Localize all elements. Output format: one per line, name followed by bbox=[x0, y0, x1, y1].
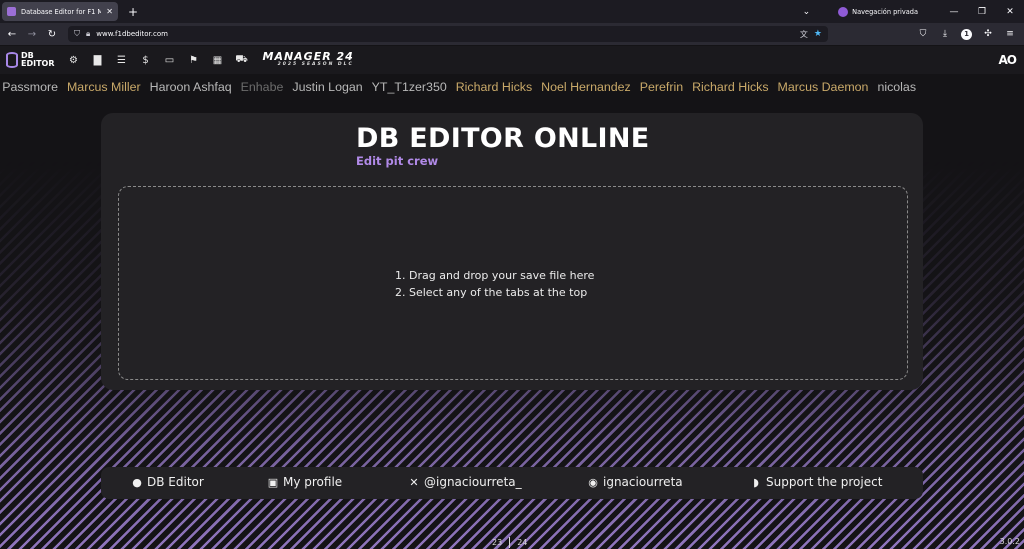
instruction-step-1: 1. Drag and drop your save file here bbox=[395, 269, 595, 282]
year-divider bbox=[509, 537, 511, 548]
linkedin-link-label[interactable]: My profile bbox=[283, 475, 342, 489]
ticker-name: Richard Hicks bbox=[692, 80, 769, 94]
ticker-name: Haroon Ashfaq bbox=[149, 80, 232, 94]
linkedin-link[interactable]: ▣ My profile bbox=[267, 475, 342, 489]
dropzone-instructions: 1. Drag and drop your save file here 2. … bbox=[395, 267, 594, 301]
ticker-name: Justin Logan bbox=[292, 80, 363, 94]
reddit-icon: ◉ bbox=[588, 475, 598, 489]
database-icon bbox=[6, 52, 18, 68]
shield-icon[interactable]: ⛉ bbox=[74, 29, 80, 39]
app-toolbar: ⚙ ▇ ☰ $ ▭ ⚑ ▦ ⛟ bbox=[67, 54, 249, 67]
instruction-step-2: 2. Select any of the tabs at the top bbox=[395, 286, 588, 299]
linkedin-icon: ▣ bbox=[267, 475, 279, 489]
app-header: DB EDITOR ⚙ ▇ ☰ $ ▭ ⚑ ▦ ⛟ MANAGER 24 2025… bbox=[0, 46, 1024, 74]
site-favicon-icon bbox=[7, 7, 16, 16]
year-option-left[interactable]: 23 bbox=[492, 538, 502, 547]
page-title: DB EDITOR ONLINE bbox=[356, 123, 650, 154]
reddit-link-label[interactable]: ignaciourreta bbox=[603, 475, 683, 489]
footer-links: ● DB Editor ▣ My profile ✕ @ignaciourret… bbox=[101, 467, 923, 499]
ticker-name: Enhabe bbox=[240, 80, 284, 94]
ticker-name: YT_T1zer350 bbox=[371, 80, 447, 94]
patreon-link-label[interactable]: Support the project bbox=[766, 475, 882, 489]
ticker-name: Marcus Miller bbox=[66, 80, 141, 94]
db-editor-logo[interactable]: DB EDITOR bbox=[6, 52, 55, 68]
new-tab-button[interactable]: + bbox=[126, 5, 140, 19]
bookmark-star-icon[interactable]: ★ bbox=[814, 29, 822, 39]
ticker-name: l Passmore bbox=[0, 80, 58, 94]
save-file-dropzone[interactable]: 1. Drag and drop your save file here 2. … bbox=[118, 186, 908, 380]
bar-chart-icon[interactable]: ▇ bbox=[91, 55, 105, 66]
browser-tab[interactable]: Database Editor for F1 Manager ✕ bbox=[2, 2, 118, 21]
download-icon[interactable]: ⤓ bbox=[939, 29, 951, 39]
logo-line2: EDITOR bbox=[21, 59, 55, 68]
close-tab-icon[interactable]: ✕ bbox=[106, 7, 113, 16]
tab-list-chevron-icon[interactable]: ⌄ bbox=[803, 7, 811, 17]
private-browsing-indicator: Navegación privada bbox=[838, 6, 918, 17]
restore-button[interactable]: ❐ bbox=[968, 7, 996, 17]
ticker-name: Marcus Daemon bbox=[777, 80, 869, 94]
forward-arrow-icon[interactable]: → bbox=[22, 29, 42, 40]
ticker-name: Richard Hicks bbox=[455, 80, 533, 94]
extensions-icon[interactable]: ✣ bbox=[982, 29, 994, 39]
browser-nav-bar: ← → ↻ ⛉ 🔒︎ www.f1dbeditor.com 文 ★ ⛉ ⤓ 1 … bbox=[0, 23, 1024, 45]
reload-icon[interactable]: ↻ bbox=[42, 29, 62, 40]
patreon-icon: ◗ bbox=[753, 475, 759, 489]
github-link-label[interactable]: DB Editor bbox=[147, 475, 204, 489]
teams-icon[interactable]: ⚑ bbox=[187, 55, 201, 66]
page-subtitle: Edit pit crew bbox=[356, 154, 439, 168]
year-option-right[interactable]: 24 bbox=[517, 538, 527, 547]
address-bar[interactable]: ⛉ 🔒︎ www.f1dbeditor.com 文 ★ bbox=[68, 26, 828, 42]
supporters-ticker: l Passmore Marcus Miller Haroon Ashfaq Enha… bbox=[0, 78, 1024, 98]
private-label: Navegación privada bbox=[852, 7, 918, 16]
lock-icon[interactable]: 🔒︎ bbox=[86, 29, 90, 39]
dollar-icon[interactable]: $ bbox=[139, 55, 153, 66]
tab-title: Database Editor for F1 Manager bbox=[21, 7, 102, 16]
extension-badge-icon[interactable]: 1 bbox=[961, 28, 972, 40]
version-label: 3.0.2 bbox=[999, 537, 1020, 546]
x-link[interactable]: ✕ @ignaciourreta_ bbox=[408, 475, 522, 489]
minimize-button[interactable]: — bbox=[940, 7, 968, 17]
f1-manager-logo: MANAGER 24 2025 SEASON DLC bbox=[263, 51, 354, 69]
menu-icon[interactable]: ≡ bbox=[1004, 29, 1016, 39]
x-link-label[interactable]: @ignaciourreta_ bbox=[424, 475, 522, 489]
browser-tab-bar: Database Editor for F1 Manager ✕ + ⌄ Nav… bbox=[0, 0, 1024, 23]
list-icon[interactable]: ☰ bbox=[115, 55, 129, 66]
translate-icon[interactable]: 文 bbox=[800, 29, 808, 40]
close-window-button[interactable]: ✕ bbox=[996, 7, 1024, 17]
github-link[interactable]: ● DB Editor bbox=[131, 475, 204, 489]
patreon-link[interactable]: ◗ Support the project bbox=[750, 475, 882, 489]
ticker-name: nicolas bbox=[877, 80, 917, 94]
brand-mark: AO bbox=[998, 53, 1017, 67]
ticker-name: Perefrin bbox=[639, 80, 684, 94]
github-icon: ● bbox=[132, 475, 142, 489]
pocket-icon[interactable]: ⛉ bbox=[917, 29, 929, 39]
ticker-track: l Passmore Marcus Miller Haroon Ashfaq Enha… bbox=[0, 80, 916, 94]
calendar-icon[interactable]: ▦ bbox=[211, 55, 225, 66]
id-card-icon[interactable]: ▭ bbox=[163, 55, 177, 66]
main-card: DB EDITOR ONLINE Edit pit crew 1. Drag a… bbox=[101, 113, 923, 390]
car-icon[interactable]: ⛟ bbox=[235, 54, 249, 67]
x-icon: ✕ bbox=[409, 475, 419, 489]
reddit-link[interactable]: ◉ ignaciourreta bbox=[587, 475, 683, 489]
year-selector: 23 24 bbox=[492, 537, 527, 548]
url-text[interactable]: www.f1dbeditor.com bbox=[96, 30, 794, 38]
ticker-name: Noel Hernandez bbox=[541, 80, 631, 94]
back-arrow-icon[interactable]: ← bbox=[2, 29, 22, 40]
gear-icon[interactable]: ⚙ bbox=[67, 55, 81, 66]
private-mask-icon bbox=[838, 6, 849, 17]
